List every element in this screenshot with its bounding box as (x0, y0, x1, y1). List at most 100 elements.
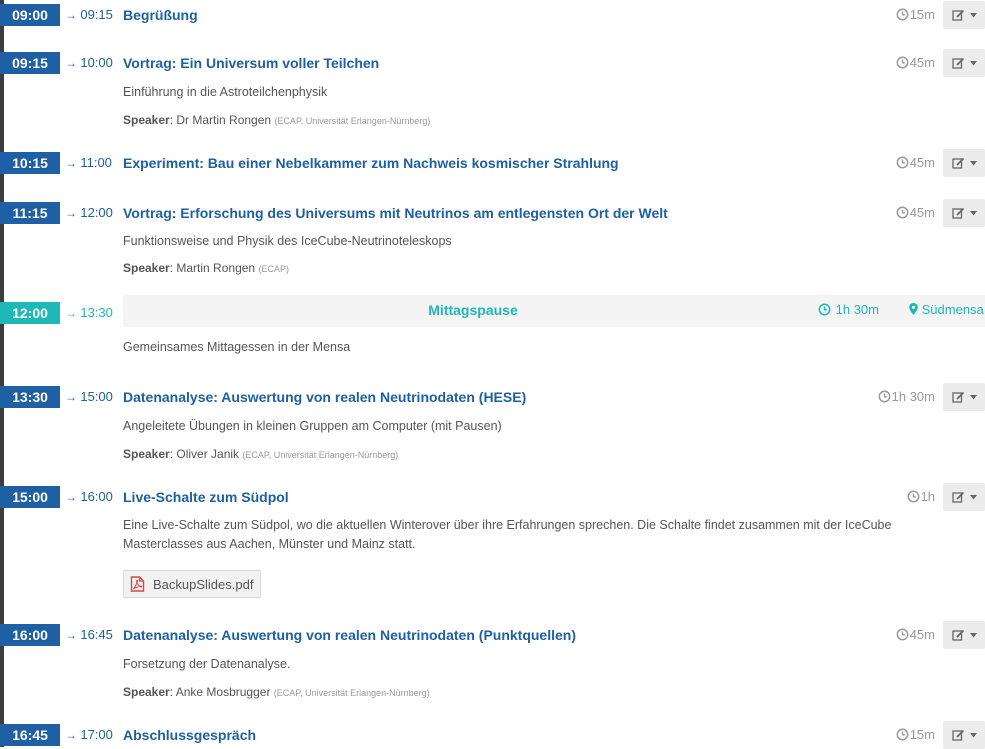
clock-icon (896, 206, 909, 219)
end-time-value: 15:00 (80, 389, 113, 404)
speaker-name: Dr Martin Rongen (176, 113, 272, 127)
start-time-badge: 13:30 (0, 386, 60, 408)
break-title: Mittagspause (428, 302, 518, 318)
clock-icon (896, 8, 909, 21)
duration: 45m (896, 52, 935, 74)
end-time: → 15:00 (65, 386, 113, 408)
edit-button[interactable] (943, 149, 985, 177)
duration-value: 15m (909, 7, 935, 22)
speaker-affiliation: (ECAP) (258, 264, 289, 274)
entry-description: Einführung in die Astroteilchenphysik (123, 85, 328, 99)
edit-button[interactable] (943, 383, 985, 411)
speaker-label: Speaker (123, 113, 170, 127)
arrow-right-icon: → (65, 206, 81, 220)
entry-title[interactable]: Datenanalyse: Auswertung von realen Neut… (123, 386, 526, 408)
duration: 15m (896, 4, 935, 26)
break-location[interactable]: Südmensa (909, 295, 984, 327)
duration-value: 45m (909, 55, 935, 70)
duration-value: 45m (909, 627, 935, 642)
end-time: → 13:30 (65, 302, 113, 324)
duration: 45m (896, 624, 935, 646)
duration-value: 1h 30m (891, 389, 935, 404)
speaker-line: Speaker: Anke Mosbrugger (ECAP, Universi… (123, 685, 430, 699)
speaker-affiliation: (ECAP, Universität Erlangen-Nürnberg) (274, 116, 431, 126)
edit-icon (951, 491, 964, 503)
arrow-right-icon: → (65, 728, 81, 742)
entry-title[interactable]: Abschlussgespräch (123, 724, 256, 746)
end-time-value: 17:00 (80, 727, 113, 742)
entry-title[interactable]: Datenanalyse: Auswertung von realen Neut… (123, 624, 576, 646)
caret-down-icon (969, 210, 977, 215)
edit-icon (951, 57, 964, 69)
start-time-badge: 11:15 (0, 202, 60, 224)
start-time-badge: 10:15 (0, 152, 60, 174)
arrow-right-icon: → (65, 8, 81, 22)
description-line: Masterclasses aus Aachen, Münster und Ma… (123, 537, 416, 551)
clock-icon (896, 56, 909, 69)
start-time-badge: 16:45 (0, 724, 60, 746)
entry-title[interactable]: Vortrag: Erforschung des Universums mit … (123, 202, 668, 224)
end-time: → 10:00 (65, 52, 113, 74)
edit-button[interactable] (943, 1, 985, 29)
entry-title[interactable]: Begrüßung (123, 4, 198, 26)
end-time-value: 12:00 (80, 205, 113, 220)
edit-icon (951, 729, 964, 741)
caret-down-icon (969, 394, 977, 399)
entry-description: Forsetzung der Datenanalyse. (123, 657, 291, 671)
edit-button[interactable] (943, 49, 985, 77)
caret-down-icon (969, 160, 977, 165)
duration: 45m (896, 152, 935, 174)
speaker-line: Speaker: Dr Martin Rongen (ECAP, Univers… (123, 113, 431, 127)
entry-title[interactable]: Vortrag: Ein Universum voller Teilchen (123, 52, 379, 74)
end-time: → 16:45 (65, 624, 113, 646)
entry-title[interactable]: Experiment: Bau einer Nebelkammer zum Na… (123, 152, 619, 174)
entry-title[interactable]: Live-Schalte zum Südpol (123, 486, 289, 508)
caret-down-icon (969, 732, 977, 737)
caret-down-icon (969, 12, 977, 17)
start-time-badge: 09:00 (0, 4, 60, 26)
end-time-value: 16:45 (80, 627, 113, 642)
edit-icon (951, 9, 964, 21)
end-time: → 16:00 (65, 486, 113, 508)
location-value: Südmensa (921, 302, 984, 317)
clock-icon (896, 628, 909, 641)
speaker-line: Speaker: Martin Rongen (ECAP) (123, 261, 289, 275)
duration-value: 15m (909, 727, 935, 742)
start-time-badge: 12:00 (0, 302, 60, 324)
arrow-right-icon: → (65, 56, 81, 70)
end-time: → 17:00 (65, 724, 113, 746)
end-time-value: 13:30 (80, 305, 113, 320)
edit-button[interactable] (943, 721, 985, 749)
arrow-right-icon: → (65, 490, 81, 504)
start-time-badge: 16:00 (0, 624, 60, 646)
duration: 1h (907, 486, 935, 508)
speaker-label: Speaker (123, 447, 170, 461)
speaker-line: Speaker: Oliver Janik (ECAP, Universität… (123, 447, 399, 461)
entry-description: Eine Live-Schalte zum Südpol, wo die akt… (123, 516, 923, 554)
clock-icon (896, 156, 909, 169)
end-time-value: 16:00 (80, 489, 113, 504)
duration-value: 45m (909, 205, 935, 220)
caret-down-icon (969, 60, 977, 65)
break-bar[interactable]: Mittagspause 1h 30m Südmensa (123, 295, 985, 327)
duration-value: 1h 30m (835, 302, 879, 317)
speaker-label: Speaker (123, 685, 170, 699)
speaker-name: Martin Rongen (176, 261, 256, 275)
speaker-name: Anke Mosbrugger (175, 685, 271, 699)
entry-description: Gemeinsames Mittagessen in der Mensa (123, 340, 351, 354)
end-time: → 11:00 (65, 152, 112, 174)
arrow-right-icon: → (65, 156, 81, 170)
end-time-value: 11:00 (80, 155, 112, 170)
attachment-button[interactable]: BackupSlides.pdf (123, 570, 261, 598)
speaker-label: Speaker (123, 261, 170, 275)
edit-button[interactable] (943, 483, 985, 511)
duration: 45m (896, 202, 935, 224)
entry-description: Angeleitete Übungen in kleinen Gruppen a… (123, 419, 502, 433)
duration-value: 45m (909, 155, 935, 170)
start-time-badge: 15:00 (0, 486, 60, 508)
end-time-value: 10:00 (80, 55, 113, 70)
edit-button[interactable] (943, 621, 985, 649)
start-time-badge: 09:15 (0, 52, 60, 74)
edit-button[interactable] (943, 199, 985, 227)
clock-icon (896, 728, 909, 741)
